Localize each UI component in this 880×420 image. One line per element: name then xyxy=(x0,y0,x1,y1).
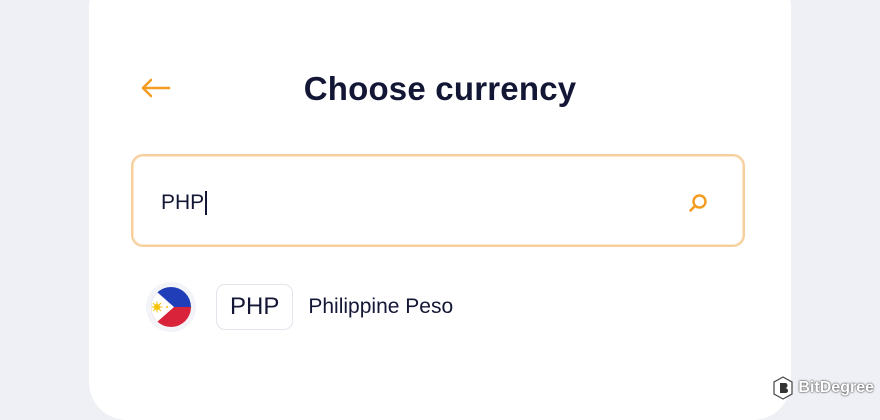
watermark-text: BitDegree xyxy=(798,379,874,396)
search-input[interactable]: PHP xyxy=(161,190,207,216)
currency-code-badge: PHP xyxy=(216,284,294,330)
text-cursor xyxy=(205,191,207,215)
philippines-flag-icon xyxy=(146,282,196,332)
search-input-value: PHP xyxy=(161,191,205,214)
currency-list-item[interactable]: PHP Philippine Peso xyxy=(146,282,453,332)
bitdegree-watermark: BitDegree xyxy=(772,376,874,400)
page-title: Choose currency xyxy=(303,70,577,107)
search-icon[interactable] xyxy=(687,192,709,214)
currency-name: Philippine Peso xyxy=(308,295,454,318)
search-field[interactable]: PHP xyxy=(131,154,745,247)
bitdegree-logo-icon xyxy=(773,376,794,400)
